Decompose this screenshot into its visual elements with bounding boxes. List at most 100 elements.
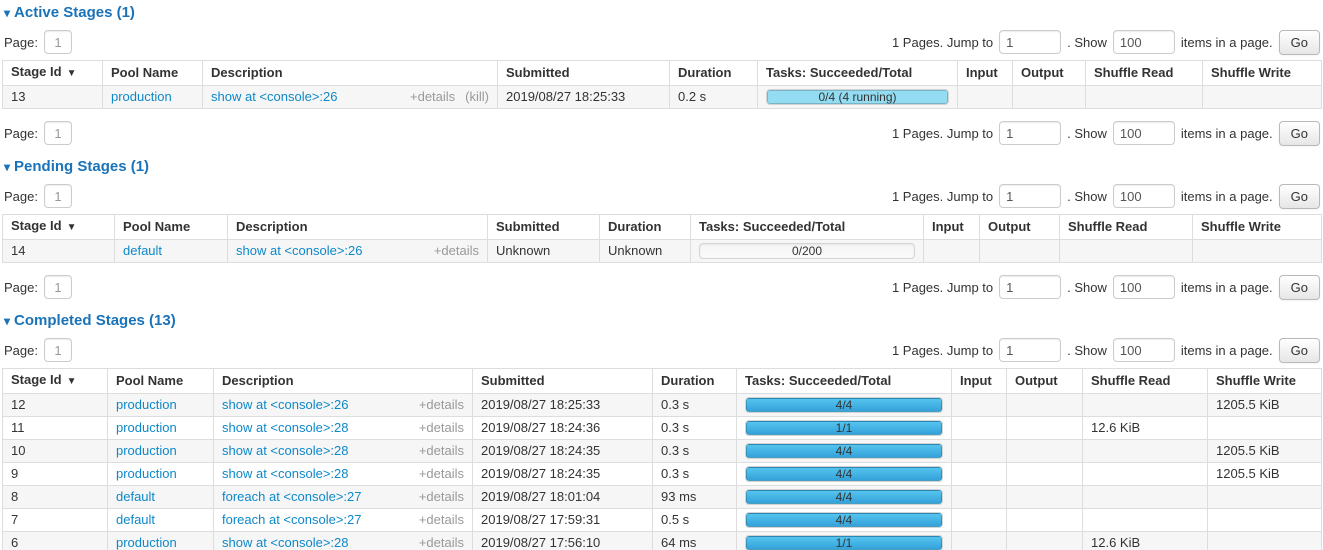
pool-link[interactable]: production [116, 535, 177, 550]
column-header-input[interactable]: Input [952, 369, 1007, 394]
stage-description-link[interactable]: show at <console>:26 [211, 89, 337, 105]
stage-row: 7defaultforeach at <console>:27+details2… [3, 509, 1322, 532]
stage-description-link[interactable]: show at <console>:28 [222, 466, 348, 482]
items-per-page-input[interactable] [1113, 184, 1175, 208]
column-header-submitted[interactable]: Submitted [473, 369, 653, 394]
pool-link[interactable]: default [116, 512, 155, 527]
items-per-page-input[interactable] [1113, 30, 1175, 54]
pool-link[interactable]: default [116, 489, 155, 504]
go-button[interactable]: Go [1279, 275, 1320, 300]
task-progress-label: 4/4 [746, 398, 942, 412]
pool-cell: production [108, 532, 214, 550]
items-per-page-input[interactable] [1113, 338, 1175, 362]
items-per-page-input[interactable] [1113, 121, 1175, 145]
pending-stages-section: ▾Pending Stages (1) Page: 1 Pages. Jump … [2, 158, 1321, 300]
stage-description-link[interactable]: show at <console>:26 [222, 397, 348, 413]
stage-description-link[interactable]: show at <console>:28 [222, 420, 348, 436]
task-progress-bar: 0/4 (4 running) [766, 89, 949, 105]
go-button[interactable]: Go [1279, 184, 1320, 209]
details-toggle[interactable]: +details [419, 443, 464, 459]
column-header-tasks-succeeded-total[interactable]: Tasks: Succeeded/Total [758, 61, 958, 86]
column-header-output[interactable]: Output [980, 215, 1060, 240]
details-toggle[interactable]: +details [419, 512, 464, 528]
column-header-stage-id[interactable]: Stage Id▼ [3, 215, 115, 240]
column-header-pool-name[interactable]: Pool Name [115, 215, 228, 240]
column-header-description[interactable]: Description [203, 61, 498, 86]
column-header-output[interactable]: Output [1013, 61, 1086, 86]
column-header-output[interactable]: Output [1007, 369, 1083, 394]
submitted-cell: 2019/08/27 18:01:04 [473, 486, 653, 509]
section-title-active-stages[interactable]: ▾Active Stages (1) [4, 4, 1321, 22]
page-label: Page: [4, 35, 38, 50]
pool-link[interactable]: production [116, 420, 177, 435]
page-number-input[interactable] [44, 121, 72, 145]
collapse-arrow-icon: ▾ [4, 160, 10, 174]
stage-description-link[interactable]: foreach at <console>:27 [222, 489, 362, 505]
column-header-submitted[interactable]: Submitted [498, 61, 670, 86]
jump-to-page-input[interactable] [999, 184, 1061, 208]
column-header-input[interactable]: Input [924, 215, 980, 240]
pool-link[interactable]: production [116, 397, 177, 412]
page-number-input[interactable] [44, 184, 72, 208]
page-number-input[interactable] [44, 275, 72, 299]
column-header-shuffle-write[interactable]: Shuffle Write [1203, 61, 1322, 86]
column-header-duration[interactable]: Duration [670, 61, 758, 86]
page-number-input[interactable] [44, 30, 72, 54]
jump-to-page-input[interactable] [999, 275, 1061, 299]
column-header-stage-id[interactable]: Stage Id▼ [3, 61, 103, 86]
jump-to-page-input[interactable] [999, 30, 1061, 54]
stage-id-cell: 14 [3, 240, 115, 263]
column-header-duration[interactable]: Duration [653, 369, 737, 394]
stage-description-link[interactable]: show at <console>:26 [236, 243, 362, 259]
column-header-input[interactable]: Input [958, 61, 1013, 86]
page-number-input[interactable] [44, 338, 72, 362]
details-toggle[interactable]: +details [410, 89, 455, 105]
details-toggle[interactable]: +details [419, 397, 464, 413]
column-header-shuffle-read[interactable]: Shuffle Read [1083, 369, 1208, 394]
column-header-tasks-succeeded-total[interactable]: Tasks: Succeeded/Total [691, 215, 924, 240]
stage-description-link[interactable]: show at <console>:28 [222, 443, 348, 459]
pool-link[interactable]: production [116, 466, 177, 481]
stage-description-link[interactable]: show at <console>:28 [222, 535, 348, 550]
go-button[interactable]: Go [1279, 338, 1320, 363]
details-toggle[interactable]: +details [419, 420, 464, 436]
column-header-tasks-succeeded-total[interactable]: Tasks: Succeeded/Total [737, 369, 952, 394]
column-header-shuffle-read[interactable]: Shuffle Read [1086, 61, 1203, 86]
jump-to-page-input[interactable] [999, 338, 1061, 362]
kill-link[interactable]: (kill) [465, 89, 489, 105]
go-button[interactable]: Go [1279, 30, 1320, 55]
column-header-submitted[interactable]: Submitted [488, 215, 600, 240]
pool-link[interactable]: production [111, 89, 172, 104]
jump-to-page-input[interactable] [999, 121, 1061, 145]
description-cell: show at <console>:28 +details [214, 463, 473, 486]
pagination-right: 1 Pages. Jump to . Show items in a page.… [892, 121, 1321, 146]
stage-description-link[interactable]: foreach at <console>:27 [222, 512, 362, 528]
details-toggle[interactable]: +details [419, 466, 464, 482]
column-header-description[interactable]: Description [214, 369, 473, 394]
section-title-pending-stages[interactable]: ▾Pending Stages (1) [4, 158, 1321, 176]
column-header-shuffle-write[interactable]: Shuffle Write [1208, 369, 1322, 394]
items-per-page-input[interactable] [1113, 275, 1175, 299]
column-label: Input [960, 373, 992, 388]
details-toggle[interactable]: +details [419, 535, 464, 550]
stage-id-cell: 6 [3, 532, 108, 550]
shuffle-write-cell: 1205.5 KiB [1208, 394, 1322, 417]
duration-cell: 0.5 s [653, 509, 737, 532]
column-header-pool-name[interactable]: Pool Name [103, 61, 203, 86]
section-title-completed-stages[interactable]: ▾Completed Stages (13) [4, 312, 1321, 330]
column-header-stage-id[interactable]: Stage Id▼ [3, 369, 108, 394]
shuffle-read-cell: 12.6 KiB [1083, 532, 1208, 550]
details-toggle[interactable]: +details [434, 243, 479, 259]
column-header-description[interactable]: Description [228, 215, 488, 240]
pool-link[interactable]: default [123, 243, 162, 258]
description-actions: +details [419, 466, 464, 482]
details-toggle[interactable]: +details [419, 489, 464, 505]
description-content: show at <console>:26 +details (kill) [211, 89, 489, 105]
column-header-shuffle-write[interactable]: Shuffle Write [1193, 215, 1322, 240]
column-header-pool-name[interactable]: Pool Name [108, 369, 214, 394]
go-button[interactable]: Go [1279, 121, 1320, 146]
pool-link[interactable]: production [116, 443, 177, 458]
column-header-shuffle-read[interactable]: Shuffle Read [1060, 215, 1193, 240]
column-header-duration[interactable]: Duration [600, 215, 691, 240]
pool-cell: default [108, 509, 214, 532]
